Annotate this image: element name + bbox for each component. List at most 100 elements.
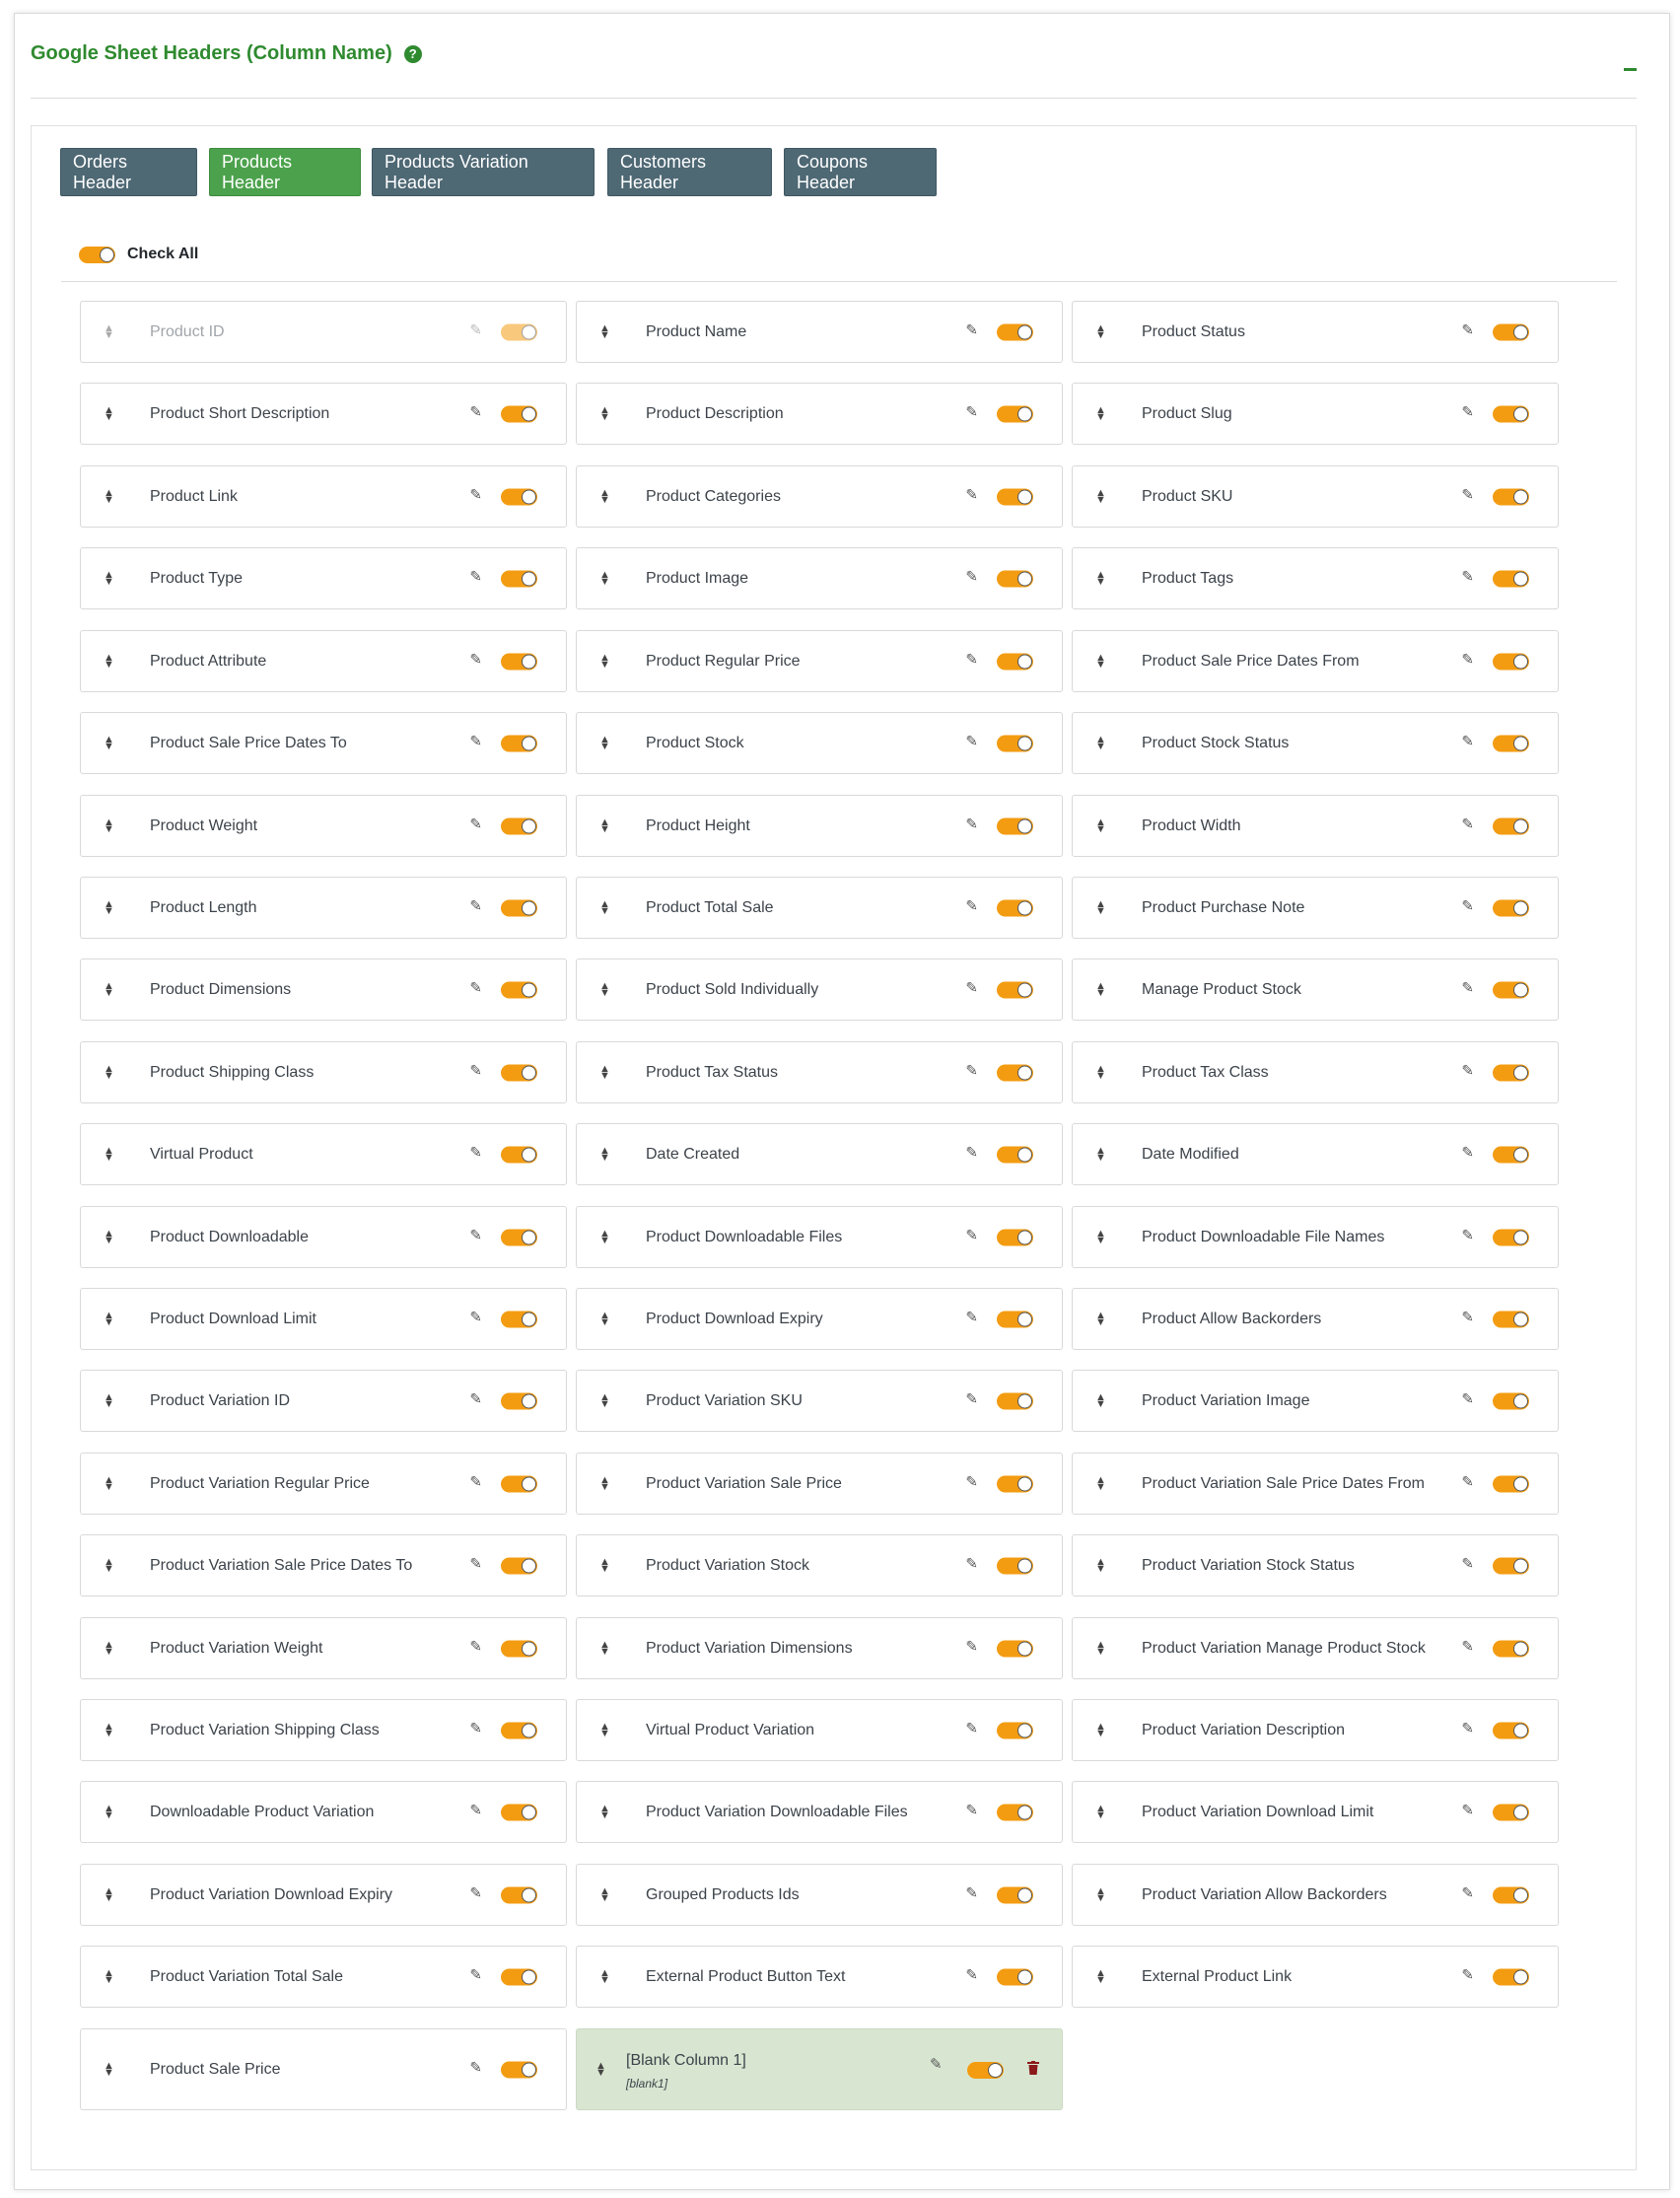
sort-arrows-icon[interactable]: ▲ ▼ [104,1063,114,1081]
pencil-icon[interactable]: ✎ [469,567,482,585]
sort-arrows-icon[interactable]: ▲ ▼ [1095,569,1106,587]
header-card-product-download-expiry[interactable]: ▲ ▼ Product Download Expiry ✎ [576,1288,1063,1350]
header-card-toggle[interactable] [997,488,1033,505]
header-card-product-variation-image[interactable]: ▲ ▼ Product Variation Image ✎ [1072,1370,1559,1432]
pencil-icon[interactable]: ✎ [469,1143,482,1161]
sort-arrows-icon[interactable]: ▲ ▼ [1095,1063,1106,1081]
header-card-product-variation-stock[interactable]: ▲ ▼ Product Variation Stock ✎ [576,1534,1063,1596]
header-card-toggle[interactable] [1493,1804,1529,1820]
tab-coupons-header[interactable]: Coupons Header [784,148,937,196]
pencil-icon[interactable]: ✎ [965,1226,978,1243]
sort-arrows-icon[interactable]: ▲ ▼ [1095,1474,1106,1492]
header-card-downloadable-product-variation[interactable]: ▲ ▼ Downloadable Product Variation ✎ [80,1781,567,1843]
header-card-toggle[interactable] [997,899,1033,916]
header-card-toggle[interactable] [1493,1064,1529,1081]
sort-arrows-icon[interactable]: ▲ ▼ [1095,816,1106,834]
header-card-product-sku[interactable]: ▲ ▼ Product SKU ✎ [1072,465,1559,528]
pencil-icon[interactable]: ✎ [1461,650,1474,668]
sort-arrows-icon[interactable]: ▲ ▼ [104,1310,114,1327]
sort-arrows-icon[interactable]: ▲ ▼ [599,569,610,587]
header-card-toggle[interactable] [501,899,537,916]
header-card-product-description[interactable]: ▲ ▼ Product Description ✎ [576,383,1063,445]
pencil-icon[interactable]: ✎ [965,1637,978,1655]
header-card-product-variation-manage-product-stock[interactable]: ▲ ▼ Product Variation Manage Product Stock… [1072,1617,1559,1679]
header-card-external-product-button-text[interactable]: ▲ ▼ External Product Button Text ✎ [576,1946,1063,2008]
sort-arrows-icon[interactable]: ▲ ▼ [599,1721,610,1738]
pencil-icon[interactable]: ✎ [1461,485,1474,503]
header-card-toggle[interactable] [997,1640,1033,1657]
blank-column-toggle[interactable] [967,2062,1004,2079]
header-card-product-slug[interactable]: ▲ ▼ Product Slug ✎ [1072,383,1559,445]
header-card-toggle[interactable] [997,323,1033,340]
header-card-toggle[interactable] [1493,981,1529,998]
pencil-icon[interactable]: ✎ [469,978,482,996]
pencil-icon[interactable]: ✎ [469,1637,482,1655]
header-card-external-product-link[interactable]: ▲ ▼ External Product Link ✎ [1072,1946,1559,2008]
sort-arrows-icon[interactable]: ▲ ▼ [104,734,114,751]
sort-arrows-icon[interactable]: ▲ ▼ [1095,1885,1106,1903]
pencil-icon[interactable]: ✎ [965,978,978,996]
header-card-toggle[interactable] [1493,1640,1529,1657]
pencil-icon[interactable]: ✎ [469,1308,482,1325]
header-card-product-variation-total-sale[interactable]: ▲ ▼ Product Variation Total Sale ✎ [80,1946,567,2008]
header-card-product-variation-sku[interactable]: ▲ ▼ Product Variation SKU ✎ [576,1370,1063,1432]
pencil-icon[interactable]: ✎ [965,402,978,420]
pencil-icon[interactable]: ✎ [965,485,978,503]
sort-arrows-icon[interactable]: ▲ ▼ [599,1063,610,1081]
minus-icon[interactable] [1624,68,1637,71]
sort-arrows-icon[interactable]: ▲ ▼ [1095,1639,1106,1657]
pencil-icon[interactable]: ✎ [1461,896,1474,914]
header-card-toggle[interactable] [501,323,537,340]
header-card-product-variation-sale-price-dates-from[interactable]: ▲ ▼ Product Variation Sale Price Dates Fro… [1072,1453,1559,1515]
header-card-virtual-product-variation[interactable]: ▲ ▼ Virtual Product Variation ✎ [576,1699,1063,1761]
header-card-toggle[interactable] [1493,405,1529,422]
pencil-icon[interactable]: ✎ [965,1389,978,1407]
header-card-toggle[interactable] [501,2061,537,2078]
header-card-toggle[interactable] [501,570,537,587]
header-card-toggle[interactable] [997,735,1033,751]
sort-arrows-icon[interactable]: ▲ ▼ [1095,1310,1106,1327]
pencil-icon[interactable]: ✎ [1461,1226,1474,1243]
sort-arrows-icon[interactable]: ▲ ▼ [1095,1145,1106,1163]
header-card-product-status[interactable]: ▲ ▼ Product Status ✎ [1072,301,1559,363]
sort-arrows-icon[interactable]: ▲ ▼ [595,2060,606,2078]
header-card-toggle[interactable] [1493,1475,1529,1492]
pencil-icon[interactable]: ✎ [469,732,482,749]
header-card-toggle[interactable] [997,1392,1033,1409]
header-card-product-weight[interactable]: ▲ ▼ Product Weight ✎ [80,795,567,857]
header-card-toggle[interactable] [501,817,537,834]
header-card-product-allow-backorders[interactable]: ▲ ▼ Product Allow Backorders ✎ [1072,1288,1559,1350]
header-card-toggle[interactable] [1493,1557,1529,1574]
header-card-product-stock-status[interactable]: ▲ ▼ Product Stock Status ✎ [1072,712,1559,774]
sort-arrows-icon[interactable]: ▲ ▼ [1095,322,1106,340]
header-card-toggle[interactable] [1493,653,1529,670]
header-card-product-downloadable-files[interactable]: ▲ ▼ Product Downloadable Files ✎ [576,1206,1063,1268]
header-card-product-id[interactable]: ▲ ▼ Product ID ✎ [80,301,567,363]
sort-arrows-icon[interactable]: ▲ ▼ [1095,1803,1106,1820]
pencil-icon[interactable]: ✎ [469,1965,482,1983]
check-all-toggle[interactable] [79,246,115,263]
header-card-virtual-product[interactable]: ▲ ▼ Virtual Product ✎ [80,1123,567,1185]
header-card-toggle[interactable] [1493,570,1529,587]
pencil-icon[interactable]: ✎ [1461,1883,1474,1901]
sort-arrows-icon[interactable]: ▲ ▼ [1095,1391,1106,1409]
sort-arrows-icon[interactable]: ▲ ▼ [599,980,610,998]
sort-arrows-icon[interactable]: ▲ ▼ [1095,1721,1106,1738]
sort-arrows-icon[interactable]: ▲ ▼ [104,1803,114,1820]
header-card-product-sale-price-dates-to[interactable]: ▲ ▼ Product Sale Price Dates To ✎ [80,712,567,774]
sort-arrows-icon[interactable]: ▲ ▼ [1095,1967,1106,1985]
pencil-icon[interactable]: ✎ [1461,320,1474,338]
pencil-icon[interactable]: ✎ [965,567,978,585]
trash-icon[interactable] [1027,2061,1039,2075]
sort-arrows-icon[interactable]: ▲ ▼ [599,652,610,670]
header-card-manage-product-stock[interactable]: ▲ ▼ Manage Product Stock ✎ [1072,958,1559,1021]
sort-arrows-icon[interactable]: ▲ ▼ [599,1885,610,1903]
pencil-icon[interactable]: ✎ [469,2058,482,2076]
sort-arrows-icon[interactable]: ▲ ▼ [599,1803,610,1820]
pencil-icon[interactable]: ✎ [965,815,978,832]
header-card-product-width[interactable]: ▲ ▼ Product Width ✎ [1072,795,1559,857]
header-card-product-sold-individually[interactable]: ▲ ▼ Product Sold Individually ✎ [576,958,1063,1021]
tab-products-header[interactable]: Products Header [209,148,361,196]
header-card-toggle[interactable] [1493,1392,1529,1409]
pencil-icon[interactable]: ✎ [1461,1719,1474,1737]
